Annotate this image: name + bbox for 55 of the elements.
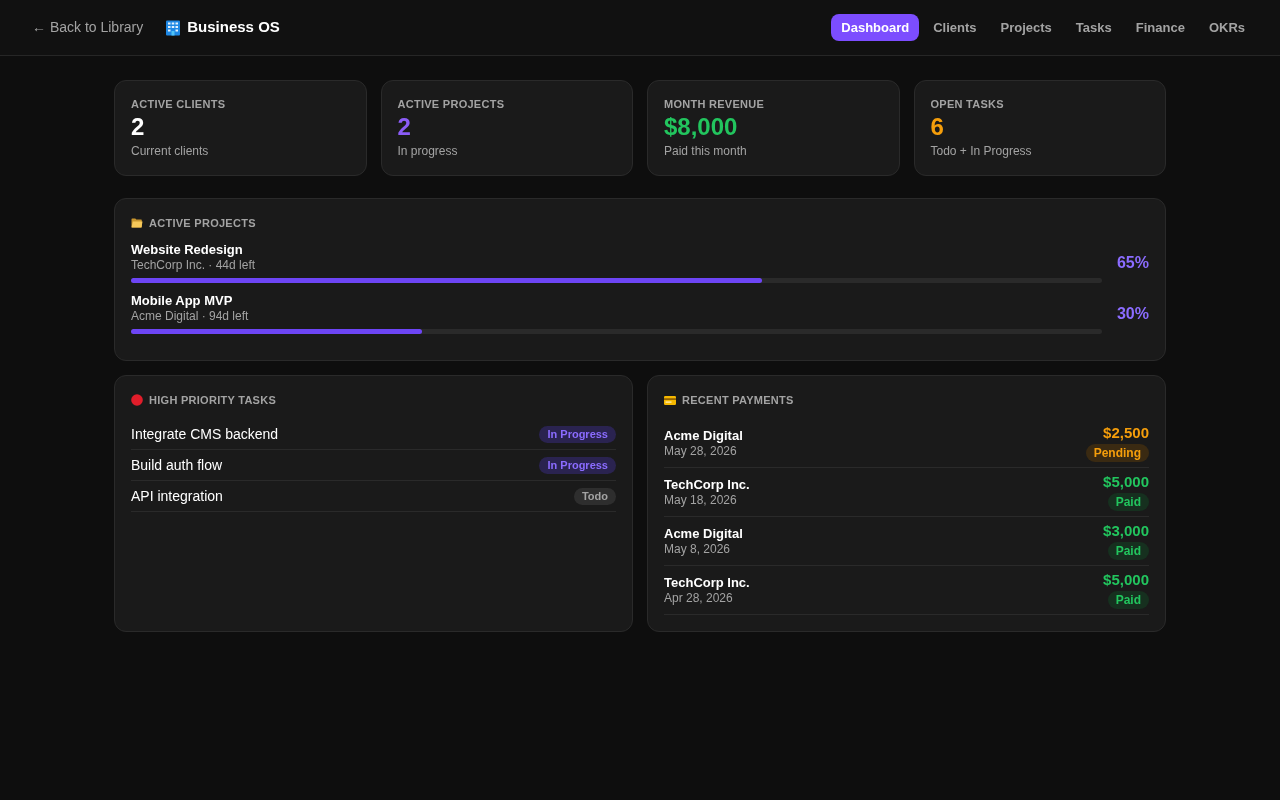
project-meta: Acme Digital · 94d left bbox=[131, 309, 250, 323]
stat-value: 6 bbox=[930, 113, 945, 141]
nav-tab[interactable]: OKRs bbox=[1198, 14, 1255, 41]
nav-tab[interactable]: Clients bbox=[923, 14, 987, 41]
folder-icon bbox=[131, 218, 143, 228]
credit-card-icon bbox=[664, 395, 676, 405]
progress-percent: 30% bbox=[1115, 303, 1149, 324]
stat-label: ACTIVE CLIENTS bbox=[131, 97, 227, 111]
stat-caption: Current clients bbox=[131, 143, 210, 159]
payment-client: Acme Digital bbox=[664, 428, 743, 444]
stat-label: ACTIVE PROJECTS bbox=[397, 97, 506, 111]
nav-tab[interactable]: Dashboard bbox=[831, 14, 920, 41]
status-badge: Pending bbox=[1085, 444, 1149, 462]
status-badge: In Progress bbox=[539, 425, 616, 443]
payment-amount: $5,000 bbox=[1103, 473, 1149, 491]
payment-client: TechCorp Inc. bbox=[664, 575, 750, 591]
status-badge: Paid bbox=[1107, 542, 1149, 560]
stat-caption: In progress bbox=[397, 143, 459, 159]
project-meta: TechCorp Inc. · 44d left bbox=[131, 258, 257, 272]
stat-caption: Todo + In Progress bbox=[930, 143, 1033, 159]
back-link[interactable]: ← Back to Library bbox=[32, 17, 144, 38]
progress-percent: 65% bbox=[1115, 252, 1149, 273]
stat-caption: Paid this month bbox=[664, 143, 748, 159]
status-badge: Todo bbox=[573, 487, 616, 505]
stat-value: 2 bbox=[397, 113, 412, 141]
section-title: HIGH PRIORITY TASKS bbox=[149, 393, 277, 408]
stat-value: 2 bbox=[131, 113, 146, 141]
status-badge: In Progress bbox=[539, 456, 616, 474]
nav-tab[interactable]: Tasks bbox=[1065, 14, 1122, 41]
app-title: Business OS bbox=[187, 17, 280, 38]
task-name: Integrate CMS backend bbox=[131, 425, 279, 443]
section-title: ACTIVE PROJECTS bbox=[149, 216, 256, 231]
building-icon bbox=[165, 19, 182, 36]
status-badge: Paid bbox=[1107, 591, 1149, 609]
payment-amount: $5,000 bbox=[1103, 571, 1149, 589]
payment-date: May 18, 2026 bbox=[664, 493, 738, 507]
stat-label: MONTH REVENUE bbox=[664, 97, 766, 111]
task-name: API integration bbox=[131, 487, 223, 505]
payment-amount: $3,000 bbox=[1103, 522, 1149, 540]
payment-amount: $2,500 bbox=[1103, 424, 1149, 442]
payment-client: TechCorp Inc. bbox=[664, 477, 750, 493]
section-title: RECENT PAYMENTS bbox=[682, 393, 794, 408]
task-name: Build auth flow bbox=[131, 456, 223, 474]
project-name: Website Redesign bbox=[131, 242, 244, 258]
stat-value: $8,000 bbox=[664, 113, 739, 141]
nav-tab[interactable]: Finance bbox=[1125, 14, 1195, 41]
stat-label: OPEN TASKS bbox=[930, 97, 1005, 111]
nav-tab[interactable]: Projects bbox=[990, 14, 1062, 41]
dot-icon bbox=[131, 394, 143, 406]
payment-date: May 28, 2026 bbox=[664, 444, 738, 458]
project-name: Mobile App MVP bbox=[131, 293, 234, 309]
payment-client: Acme Digital bbox=[664, 526, 743, 542]
status-badge: Paid bbox=[1107, 493, 1149, 511]
payment-date: May 8, 2026 bbox=[664, 542, 732, 556]
payment-date: Apr 28, 2026 bbox=[664, 591, 734, 605]
